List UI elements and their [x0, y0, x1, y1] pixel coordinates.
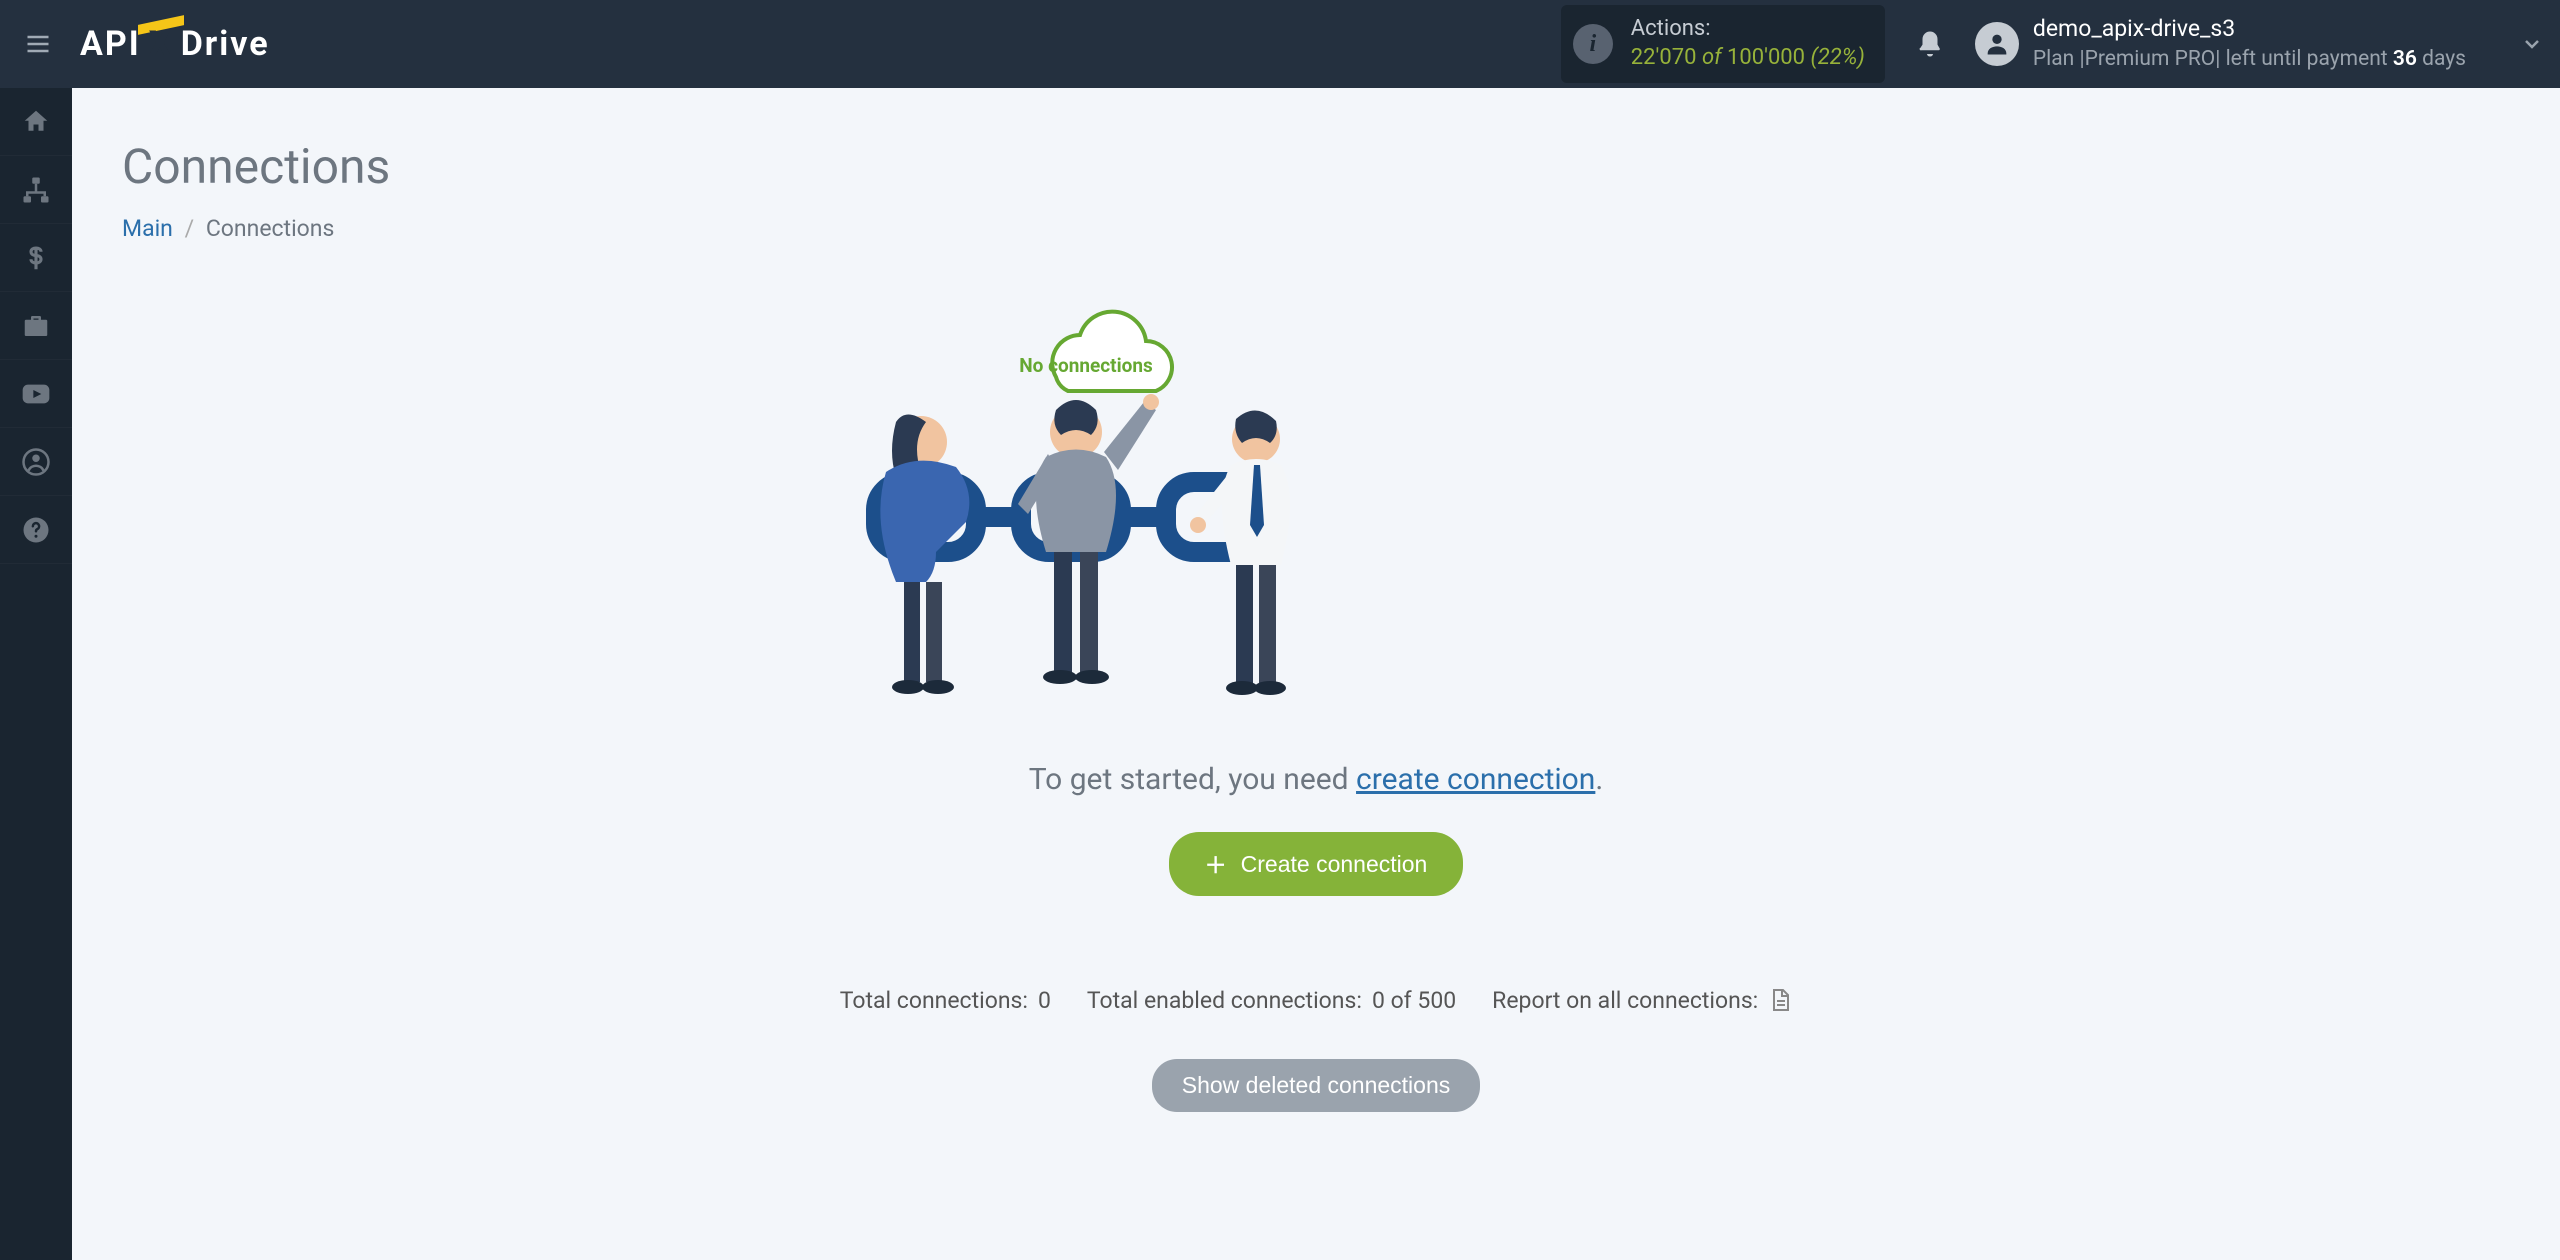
actions-used: 22'070 [1631, 45, 1697, 70]
breadcrumb-current: Connections [206, 215, 335, 242]
home-icon [21, 107, 51, 137]
stat-report: Report on all connections: [1492, 986, 1792, 1014]
report-download[interactable] [1768, 986, 1792, 1014]
actions-label: Actions: [1631, 15, 1865, 44]
prompt-prefix: To get started, you need [1029, 762, 1356, 797]
user-menu-chevron[interactable] [2520, 32, 2544, 56]
notifications-button[interactable] [1909, 23, 1951, 65]
actions-counter[interactable]: i Actions: 22'070 of 100'000 (22%) [1561, 5, 1885, 82]
hamburger-icon [24, 30, 52, 58]
user-circle-icon [21, 447, 51, 477]
info-icon: i [1573, 24, 1613, 64]
user-icon [1983, 30, 2011, 58]
bell-icon [1915, 29, 1945, 59]
sidebar-item-account[interactable] [0, 428, 72, 496]
user-plan: Plan |Premium PRO| left until payment 36… [2033, 45, 2466, 74]
avatar [1975, 22, 2019, 66]
chevron-down-icon [2520, 32, 2544, 56]
actions-of: of [1702, 45, 1722, 70]
prompt-suffix: . [1595, 762, 1603, 797]
logo[interactable]: APIXDrive [80, 24, 270, 64]
stat-enabled-label: Total enabled connections: [1087, 987, 1362, 1014]
logo-part1: API [80, 24, 141, 64]
show-deleted-button[interactable]: Show deleted connections [1152, 1059, 1481, 1112]
document-icon [1768, 986, 1792, 1014]
actions-total: 100'000 [1727, 45, 1805, 70]
breadcrumb-main[interactable]: Main [122, 215, 173, 242]
briefcase-icon [21, 311, 51, 341]
stat-enabled-value: 0 of 500 [1372, 987, 1456, 1014]
sidebar-item-video[interactable] [0, 360, 72, 428]
breadcrumb: Main / Connections [122, 215, 2510, 242]
logo-part2: Drive [181, 24, 270, 64]
nav-right: i Actions: 22'070 of 100'000 (22%) demo_… [1561, 5, 2544, 82]
sitemap-icon [21, 175, 51, 205]
youtube-icon [20, 378, 52, 410]
actions-pct: (22%) [1811, 45, 1865, 70]
page-title: Connections [122, 138, 2510, 195]
prompt-text: To get started, you need create connecti… [816, 762, 1816, 797]
sidebar-item-billing[interactable] [0, 224, 72, 292]
create-connection-button[interactable]: ＋ Create connection [1169, 832, 1464, 896]
stat-enabled: Total enabled connections: 0 of 500 [1087, 987, 1456, 1014]
top-navbar: APIXDrive i Actions: 22'070 of 100'000 (… [0, 0, 2560, 88]
logo-x: X [149, 24, 173, 64]
stat-total: Total connections: 0 [840, 987, 1051, 1014]
stat-report-label: Report on all connections: [1492, 987, 1758, 1014]
empty-state: No connections [816, 292, 1816, 1112]
menu-toggle[interactable] [16, 22, 60, 66]
dollar-icon [21, 243, 51, 273]
actions-text: Actions: 22'070 of 100'000 (22%) [1631, 15, 1865, 72]
user-name: demo_apix-drive_s3 [2033, 13, 2466, 45]
stat-total-label: Total connections: [840, 987, 1028, 1014]
nav-left: APIXDrive [16, 22, 270, 66]
breadcrumb-sep: / [185, 215, 195, 242]
sidebar-item-help[interactable] [0, 496, 72, 564]
user-menu[interactable]: demo_apix-drive_s3 Plan |Premium PRO| le… [1975, 13, 2466, 75]
create-button-label: Create connection [1241, 851, 1428, 878]
main-content: Connections Main / Connections No connec… [72, 88, 2560, 1260]
user-text: demo_apix-drive_s3 Plan |Premium PRO| le… [2033, 13, 2466, 75]
question-icon [21, 515, 51, 545]
stats-row: Total connections: 0 Total enabled conne… [816, 986, 1816, 1014]
sidebar [0, 88, 72, 1260]
sidebar-item-briefcase[interactable] [0, 292, 72, 360]
stat-total-value: 0 [1038, 987, 1051, 1014]
empty-illustration: No connections [816, 292, 1816, 732]
plan-days: 36 [2393, 47, 2417, 71]
actions-values: 22'070 of 100'000 (22%) [1631, 44, 1865, 73]
plan-days-unit: days [2417, 47, 2466, 71]
create-connection-link[interactable]: create connection [1356, 762, 1595, 797]
sidebar-item-connections[interactable] [0, 156, 72, 224]
plan-prefix: Plan |Premium PRO| left until payment [2033, 47, 2393, 71]
plus-icon: ＋ [1205, 848, 1227, 880]
cloud-text: No connections [1019, 354, 1153, 377]
sidebar-item-home[interactable] [0, 88, 72, 156]
